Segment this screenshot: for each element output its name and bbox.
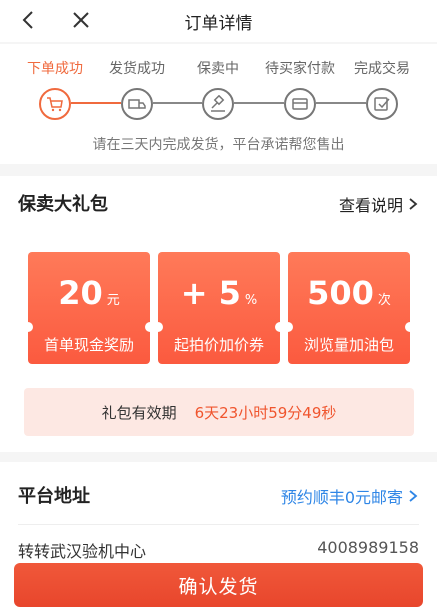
coupon-unit: 元 (106, 293, 120, 308)
gift-package-card: 保卖大礼包 查看说明 20 元 首单现金奖励 + 5% 起拍价加价券 500 次 浏… (0, 176, 437, 452)
coupon-cash-reward[interactable]: 20 元 首单现金奖励 (28, 252, 150, 364)
coupon-value: + 5 (180, 274, 241, 312)
schedule-pickup-link[interactable]: 预约顺丰0元邮寄 (281, 484, 419, 508)
step-completed (366, 88, 398, 120)
step-label-shipped: 发货成功 (109, 61, 165, 77)
gift-package-title: 保卖大礼包 (18, 194, 108, 215)
coupon-value: 500 (307, 274, 374, 312)
coupon-value: 20 (58, 274, 103, 312)
coupon-unit: 次 (377, 293, 391, 308)
coupon-notch (275, 322, 280, 332)
address-recipient: 转转武汉验机中心 (18, 542, 147, 561)
address-title: 平台地址 (18, 486, 90, 507)
coupon-label: 首单现金奖励 (43, 336, 134, 354)
step-label-awaiting-payment: 待买家付款 (265, 61, 335, 77)
chevron-right-icon (409, 198, 418, 210)
coupon-label: 起拍价加价券 (173, 336, 264, 354)
check-box-icon (374, 97, 390, 111)
progress-track (153, 102, 202, 104)
progress-track (316, 102, 366, 104)
view-description-label: 查看说明 (338, 196, 403, 215)
coupon-notch (145, 322, 150, 332)
coupon-views-boost[interactable]: 500 次 浏览量加油包 (288, 252, 410, 364)
divider (18, 524, 419, 525)
coupon-label: 浏览量加油包 (303, 336, 394, 354)
coupon-notch (158, 322, 163, 332)
coupon-notch (288, 322, 293, 332)
chevron-right-icon (409, 490, 418, 502)
top-nav-bar: 订单详情 (0, 0, 437, 42)
coupon-price-boost[interactable]: + 5% 起拍价加价券 (158, 252, 280, 364)
gift-validity-bar: 礼包有效期 6天23小时59分49秒 (24, 388, 414, 436)
coupon-unit: % (244, 293, 258, 308)
coupon-notch (405, 322, 410, 332)
progress-track-active (71, 102, 121, 104)
step-label-selling: 保卖中 (197, 61, 239, 77)
coupon-notch (28, 322, 33, 332)
progress-note: 请在三天内完成发货，平台承诺帮您售出 (92, 137, 345, 153)
validity-countdown: 6天23小时59分49秒 (194, 403, 337, 422)
cart-icon (47, 97, 63, 112)
address-phone: 4008989158 (317, 538, 419, 557)
step-shipped (121, 88, 153, 120)
truck-icon (128, 99, 146, 109)
step-ordered (39, 88, 71, 120)
view-description-link[interactable]: 查看说明 (339, 192, 419, 216)
validity-label: 礼包有效期 (101, 403, 177, 422)
schedule-pickup-label: 预约顺丰0元邮寄 (280, 488, 403, 507)
step-awaiting-payment (284, 88, 316, 120)
wallet-icon (292, 98, 308, 110)
progress-track (234, 102, 284, 104)
gavel-icon (211, 95, 225, 112)
step-label-completed: 完成交易 (354, 61, 410, 77)
page-title: 订单详情 (184, 14, 253, 34)
order-progress: 下单成功 发货成功 保卖中 待买家付款 完成交易 请在三天内完成发货，平台承诺帮… (0, 44, 437, 164)
step-selling (202, 88, 234, 120)
step-label-ordered: 下单成功 (27, 61, 83, 77)
confirm-shipment-button[interactable]: 确认发货 (14, 563, 423, 607)
